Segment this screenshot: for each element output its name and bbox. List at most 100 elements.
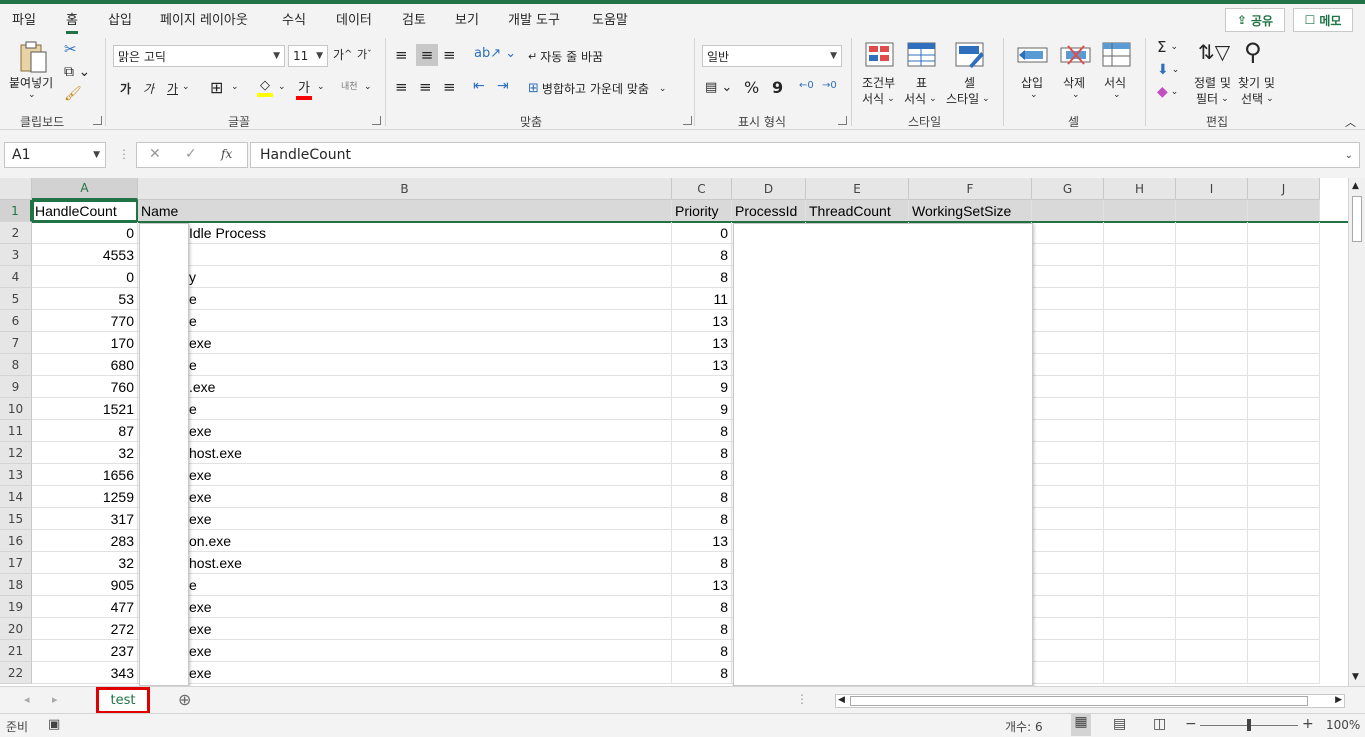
cell-styles-label-2[interactable]: 스타일 ⌄: [946, 90, 990, 107]
row-header[interactable]: 8: [0, 354, 32, 376]
add-sheet-icon[interactable]: ⊕: [178, 690, 191, 709]
header-cell[interactable]: ThreadCount: [806, 200, 909, 222]
table-cell[interactable]: 32: [32, 552, 138, 574]
tab-review[interactable]: 검토: [402, 9, 426, 28]
table-cell[interactable]: [1248, 662, 1320, 684]
memo-button[interactable]: ☐ 메모: [1293, 8, 1353, 32]
font-name-select[interactable]: 맑은 고딕 ▼: [113, 45, 285, 67]
find-select-label-2[interactable]: 선택 ⌄: [1241, 90, 1274, 107]
align-bottom-icon[interactable]: ≡: [443, 46, 456, 64]
prev-sheet-icon[interactable]: ◂: [24, 693, 30, 706]
table-cell[interactable]: [1104, 596, 1176, 618]
number-launcher-icon[interactable]: [838, 116, 847, 125]
align-right-icon[interactable]: ≡: [443, 78, 456, 96]
underline-dropdown-icon[interactable]: ⌄: [182, 82, 190, 92]
table-cell[interactable]: [1032, 442, 1104, 464]
table-cell[interactable]: 9: [672, 376, 732, 398]
zoom-slider-thumb[interactable]: [1247, 719, 1251, 731]
scroll-up-icon[interactable]: ▲: [1352, 181, 1359, 191]
font-color-dropdown-icon[interactable]: ⌄: [317, 82, 325, 92]
table-cell[interactable]: 8: [672, 640, 732, 662]
table-cell[interactable]: [1104, 288, 1176, 310]
table-cell[interactable]: y: [138, 266, 672, 288]
phonetic-button[interactable]: 내천: [341, 79, 358, 92]
table-cell[interactable]: [1248, 442, 1320, 464]
borders-dropdown-icon[interactable]: ⌄: [231, 82, 239, 92]
vertical-scrollbar[interactable]: ▲ ▼: [1348, 178, 1365, 686]
align-middle-icon[interactable]: ≡: [416, 44, 438, 66]
worksheet-grid[interactable]: A B C D E F G H I J 1 HandleCount Name Priority Proces…: [0, 178, 1348, 686]
tab-developer[interactable]: 개발 도구: [508, 9, 560, 28]
tab-home[interactable]: 홈: [66, 9, 78, 34]
table-cell[interactable]: e: [138, 398, 672, 420]
table-cell[interactable]: [1248, 398, 1320, 420]
table-cell[interactable]: [1248, 376, 1320, 398]
table-cell[interactable]: [1248, 508, 1320, 530]
table-cell[interactable]: 8: [672, 486, 732, 508]
wrap-text-button[interactable]: ↵ 자동 줄 바꿈: [528, 48, 603, 65]
table-cell[interactable]: 8: [672, 442, 732, 464]
table-cell[interactable]: [138, 244, 672, 266]
table-cell[interactable]: [1176, 574, 1248, 596]
table-cell[interactable]: [1032, 662, 1104, 684]
table-cell[interactable]: e: [138, 288, 672, 310]
table-cell[interactable]: .exe: [138, 376, 672, 398]
table-cell[interactable]: [1176, 662, 1248, 684]
row-header[interactable]: 19: [0, 596, 32, 618]
table-cell[interactable]: [1104, 332, 1176, 354]
table-cell[interactable]: [1032, 222, 1104, 244]
table-cell[interactable]: [1176, 332, 1248, 354]
table-cell[interactable]: [1176, 442, 1248, 464]
table-cell[interactable]: [1104, 376, 1176, 398]
format-as-table-label-2[interactable]: 서식 ⌄: [904, 90, 937, 107]
find-select-icon[interactable]: ⚲: [1244, 38, 1262, 66]
tab-page-layout[interactable]: 페이지 레이아웃: [160, 9, 248, 28]
row-header[interactable]: 22: [0, 662, 32, 684]
alignment-launcher-icon[interactable]: [683, 116, 692, 125]
cell-styles-label-1[interactable]: 셀: [964, 74, 975, 91]
table-cell[interactable]: exe: [138, 640, 672, 662]
table-cell[interactable]: [1104, 222, 1176, 244]
table-cell[interactable]: [1176, 310, 1248, 332]
table-cell[interactable]: [1104, 574, 1176, 596]
align-center-icon[interactable]: ≡: [419, 78, 432, 96]
table-cell[interactable]: [1176, 376, 1248, 398]
table-cell[interactable]: 8: [672, 596, 732, 618]
row-header[interactable]: 2: [0, 222, 32, 244]
row-header[interactable]: 13: [0, 464, 32, 486]
table-cell[interactable]: exe: [138, 464, 672, 486]
accounting-format-icon[interactable]: ▤ ⌄: [705, 80, 732, 95]
column-header-i[interactable]: I: [1176, 178, 1248, 200]
table-cell[interactable]: 32: [32, 442, 138, 464]
table-cell[interactable]: 13: [672, 310, 732, 332]
table-cell[interactable]: 477: [32, 596, 138, 618]
table-cell[interactable]: [1104, 442, 1176, 464]
table-cell[interactable]: [1248, 266, 1320, 288]
table-cell[interactable]: exe: [138, 508, 672, 530]
header-cell[interactable]: [1248, 200, 1320, 222]
tab-help[interactable]: 도움말: [592, 9, 628, 28]
table-cell[interactable]: [1176, 530, 1248, 552]
expand-formula-icon[interactable]: ⌄: [1345, 150, 1353, 161]
column-header-h[interactable]: H: [1104, 178, 1176, 200]
normal-view-icon[interactable]: ▦: [1071, 714, 1091, 736]
column-header-d[interactable]: D: [732, 178, 806, 200]
table-cell[interactable]: 8: [672, 464, 732, 486]
table-cell[interactable]: e: [138, 354, 672, 376]
table-cell[interactable]: 87: [32, 420, 138, 442]
autosum-button[interactable]: Σ ⌄: [1157, 38, 1178, 56]
table-cell[interactable]: 272: [32, 618, 138, 640]
table-cell[interactable]: [1104, 486, 1176, 508]
row-header[interactable]: 9: [0, 376, 32, 398]
grow-font-button[interactable]: 가 ^: [333, 46, 352, 63]
table-cell[interactable]: [1176, 266, 1248, 288]
tab-formulas[interactable]: 수식: [282, 9, 306, 28]
table-cell[interactable]: [1104, 640, 1176, 662]
table-cell[interactable]: [1176, 244, 1248, 266]
paste-dropdown-icon[interactable]: ⌄: [28, 90, 36, 100]
table-cell[interactable]: [1176, 420, 1248, 442]
column-header-f[interactable]: F: [909, 178, 1032, 200]
percent-button[interactable]: %: [744, 78, 759, 97]
table-cell[interactable]: 317: [32, 508, 138, 530]
share-button[interactable]: ⇪ 공유: [1225, 8, 1285, 32]
